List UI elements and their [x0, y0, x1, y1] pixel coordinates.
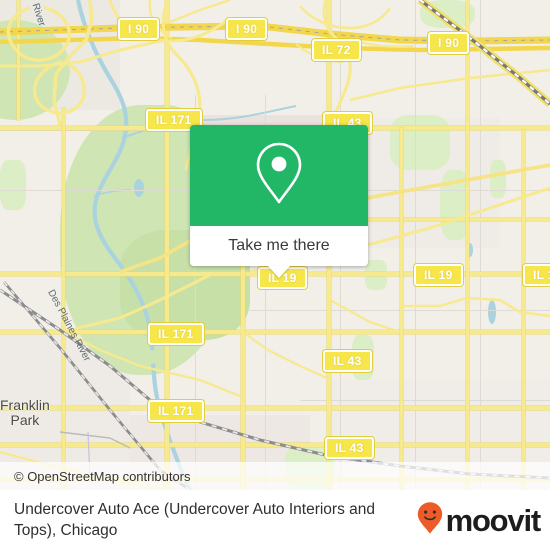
moovit-pin-smiley-icon: [416, 501, 444, 540]
map-screenshot: Des Plaines River River Franklin Park I 90…: [0, 0, 550, 550]
highway-shield: IL 43: [323, 350, 372, 372]
popup-header: [190, 125, 368, 226]
highway-shield: IL 72: [312, 39, 361, 61]
place-label-line: Franklin: [0, 397, 50, 413]
popup-pointer-tail: [268, 266, 290, 278]
take-me-there-label: Take me there: [228, 237, 330, 254]
highway-shield: IL 171: [148, 400, 204, 422]
highway-shield: I 90: [118, 18, 160, 40]
highway-shield: IL 19: [414, 264, 463, 286]
moovit-wordmark: moovit: [445, 502, 542, 538]
highway-shield: IL 43: [325, 437, 374, 459]
highway-shield: I 90: [226, 18, 268, 40]
map-attribution[interactable]: © OpenStreetMap contributors: [0, 462, 550, 490]
footer-bar: Undercover Auto Ace (Undercover Auto Int…: [0, 490, 550, 550]
moovit-logo[interactable]: moovit: [416, 501, 542, 540]
highway-shield: I 90: [428, 32, 470, 54]
place-label: Franklin Park: [0, 398, 50, 428]
location-popup-card[interactable]: Take me there: [190, 125, 368, 278]
map-pin-icon: [251, 139, 307, 212]
place-label-line: Park: [10, 412, 40, 428]
highway-shield: IL 171: [148, 323, 204, 345]
place-title: Undercover Auto Ace (Undercover Auto Int…: [14, 501, 376, 539]
highway-shield: IL 19: [523, 264, 550, 286]
attribution-text: © OpenStreetMap contributors: [14, 468, 191, 484]
take-me-there-button[interactable]: Take me there: [190, 226, 368, 278]
